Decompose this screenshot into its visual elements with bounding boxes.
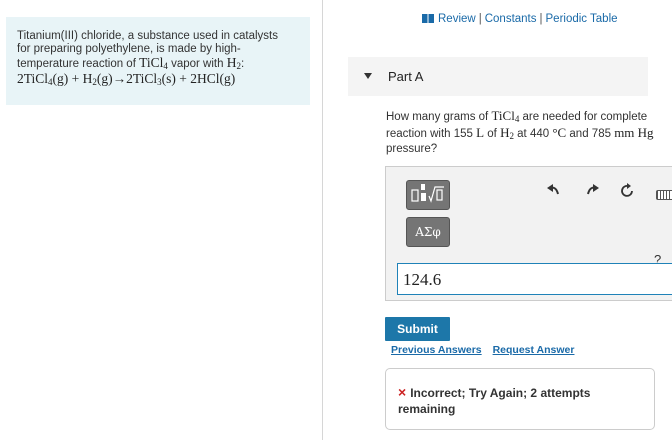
feedback-message: Incorrect; Try Again; 2 attempts remaini… (398, 386, 591, 416)
review-link[interactable]: Review (438, 13, 476, 25)
answer-box: ΑΣφ ? 124.6 (385, 166, 672, 301)
submit-button[interactable]: Submit (385, 317, 450, 341)
eq-part: 2TiCl (17, 71, 49, 86)
eq-part: (g)→2TiCl (96, 71, 158, 86)
q-text: How many grams of (386, 111, 492, 123)
h2-formula: H2 (500, 125, 514, 141)
intro-line-1: Titanium(III) chloride, a substance used… (17, 30, 278, 42)
redo-icon[interactable] (583, 183, 601, 201)
intro-text: vapor with (167, 58, 227, 70)
part-label: Part A (388, 69, 424, 84)
intro-line-3: temperature reaction of TiCl4 vapor with… (17, 56, 300, 71)
part-a-header[interactable]: Part A (348, 57, 648, 96)
unit-celsius: °C (552, 125, 567, 140)
previous-answers-link[interactable]: Previous Answers (391, 344, 482, 356)
q-text: at 440 (513, 128, 553, 140)
panel-divider (322, 0, 323, 440)
answer-input[interactable]: 124.6 (397, 263, 672, 295)
intro-text: temperature reaction of (17, 58, 140, 70)
q-text: pressure? (386, 143, 438, 155)
link-separator: | (539, 13, 543, 25)
math-templates-icon (411, 184, 444, 203)
formula-text: TiCl (139, 55, 164, 70)
eq-part: (g) + H (52, 71, 93, 86)
link-separator: | (478, 13, 482, 25)
intro-text: : (240, 58, 245, 70)
q-text: and 785 (566, 128, 615, 140)
reset-icon[interactable] (618, 183, 636, 201)
h2-formula: H2 (226, 55, 241, 71)
top-links: Review | Constants | Periodic Table (422, 13, 618, 25)
formula-text: TiCl (491, 108, 515, 123)
request-answer-link[interactable]: Request Answer (493, 344, 575, 356)
templates-button[interactable] (406, 180, 450, 210)
feedback-box: × Incorrect; Try Again; 2 attempts remain… (385, 368, 655, 430)
collapse-triangle-icon[interactable] (364, 73, 372, 79)
q-text: of (484, 128, 501, 140)
undo-icon[interactable] (545, 183, 563, 201)
answer-links: Previous Answers Request Answer (391, 344, 582, 356)
unit-liter: L (476, 125, 485, 140)
greek-symbols-button[interactable]: ΑΣφ (406, 217, 450, 247)
keyboard-icon[interactable] (656, 190, 672, 200)
unit-mmhg: mm Hg (614, 125, 654, 140)
eq-part: (s) + 2HCl(g) (161, 71, 236, 86)
book-icon (422, 14, 434, 23)
constants-link[interactable]: Constants (485, 13, 537, 25)
incorrect-x-icon: × (398, 384, 407, 400)
ticl4-formula: TiCl4 (491, 108, 519, 124)
reaction-equation: 2TiCl4(g) + H2(g)→2TiCl3(s) + 2HCl(g) (17, 71, 300, 87)
ticl4-formula: TiCl4 (139, 55, 168, 71)
problem-intro: Titanium(III) chloride, a substance used… (6, 17, 310, 105)
periodic-table-link[interactable]: Periodic Table (546, 13, 618, 25)
question-text: How many grams of TiCl4 are needed for c… (386, 108, 656, 157)
formula-text: H (226, 55, 237, 70)
